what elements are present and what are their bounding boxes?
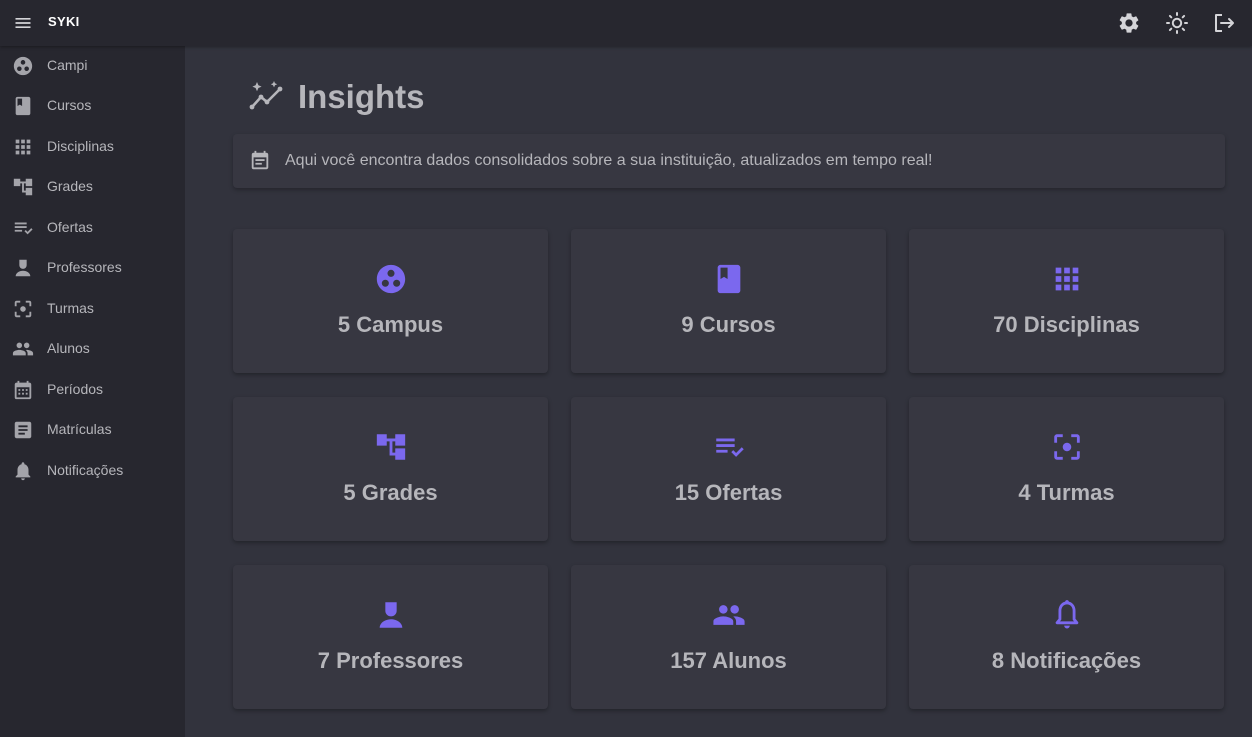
sidebar-item-label: Grades bbox=[47, 178, 93, 194]
app-brand: SYKI bbox=[48, 14, 80, 29]
grid-icon bbox=[1055, 267, 1078, 291]
sidebar-item-ofertas[interactable]: Ofertas bbox=[0, 208, 185, 248]
card-professores[interactable]: 7 Professores bbox=[233, 565, 548, 709]
gear-icon[interactable] bbox=[1117, 11, 1141, 35]
account-tree-icon bbox=[376, 434, 405, 460]
info-banner: Aqui você encontra dados consolidados so… bbox=[233, 134, 1225, 188]
menu-icon[interactable] bbox=[13, 13, 33, 33]
card-notificacoes[interactable]: 8 Notificações bbox=[909, 565, 1224, 709]
book-icon bbox=[15, 96, 31, 116]
sidebar-item-turmas[interactable]: Turmas bbox=[0, 289, 185, 329]
people-icon bbox=[12, 342, 34, 356]
card-label: 7 Professores bbox=[317, 648, 464, 673]
insights-icon bbox=[249, 81, 283, 110]
sidebar-item-label: Cursos bbox=[47, 97, 92, 113]
campus-icon bbox=[376, 264, 405, 294]
card-label: 157 Alunos bbox=[670, 648, 787, 673]
card-label: 4 Turmas bbox=[1018, 480, 1115, 505]
card-campus[interactable]: 5 Campus bbox=[233, 229, 548, 373]
people-icon bbox=[712, 605, 745, 625]
card-label: 15 Ofertas bbox=[674, 480, 783, 505]
sidebar-item-periodos[interactable]: Períodos bbox=[0, 370, 185, 410]
sidebar-item-label: Matrículas bbox=[47, 421, 112, 437]
center-focus-icon bbox=[1053, 434, 1080, 460]
sidebar-item-cursos[interactable]: Cursos bbox=[0, 86, 185, 126]
book-icon bbox=[717, 264, 740, 294]
card-alunos[interactable]: 157 Alunos bbox=[571, 565, 886, 709]
sidebar-item-alunos[interactable]: Alunos bbox=[0, 329, 185, 369]
sidebar-item-label: Ofertas bbox=[47, 219, 93, 235]
sidebar-item-label: Notificações bbox=[47, 462, 124, 478]
checklist-icon bbox=[14, 222, 33, 235]
article-icon bbox=[14, 421, 32, 439]
card-cursos[interactable]: 9 Cursos bbox=[571, 229, 886, 373]
sidebar-item-label: Turmas bbox=[47, 300, 94, 316]
event-note-icon bbox=[251, 150, 269, 170]
info-text: Aqui você encontra dados consolidados so… bbox=[285, 152, 933, 169]
calendar-icon bbox=[14, 380, 32, 400]
card-grades[interactable]: 5 Grades bbox=[233, 397, 548, 541]
page-title: Insights bbox=[298, 78, 425, 115]
grid-icon bbox=[15, 139, 31, 155]
sidebar-item-label: Alunos bbox=[47, 340, 90, 356]
sidebar-item-label: Professores bbox=[47, 259, 122, 275]
center-focus-icon bbox=[14, 300, 32, 318]
card-ofertas[interactable]: 15 Ofertas bbox=[571, 397, 886, 541]
person-icon bbox=[379, 602, 402, 628]
card-turmas[interactable]: 4 Turmas bbox=[909, 397, 1224, 541]
sidebar: Campi Cursos Disciplinas Grades Ofertas … bbox=[0, 46, 185, 737]
sidebar-item-campi[interactable]: Campi bbox=[0, 46, 185, 86]
checklist-icon bbox=[715, 438, 744, 457]
card-label: 70 Disciplinas bbox=[993, 312, 1140, 337]
sidebar-item-professores[interactable]: Professores bbox=[0, 248, 185, 288]
bell-icon bbox=[1055, 600, 1078, 629]
sidebar-item-label: Períodos bbox=[47, 381, 104, 397]
account-tree-icon bbox=[13, 178, 33, 196]
app-bar: SYKI bbox=[0, 0, 1252, 46]
sidebar-item-label: Disciplinas bbox=[47, 138, 114, 154]
campus-icon bbox=[13, 56, 33, 76]
sidebar-item-grades[interactable]: Grades bbox=[0, 167, 185, 207]
sidebar-item-notificacoes[interactable]: Notificações bbox=[0, 451, 185, 491]
card-label: 9 Cursos bbox=[681, 312, 776, 337]
card-label: 5 Grades bbox=[343, 480, 438, 505]
person-icon bbox=[15, 259, 31, 277]
sidebar-item-label: Campi bbox=[47, 57, 88, 73]
sidebar-item-matriculas[interactable]: Matrículas bbox=[0, 410, 185, 450]
sidebar-item-disciplinas[interactable]: Disciplinas bbox=[0, 127, 185, 167]
card-label: 8 Notificações bbox=[991, 648, 1142, 673]
card-disciplinas[interactable]: 70 Disciplinas bbox=[909, 229, 1224, 373]
logout-icon[interactable] bbox=[1212, 11, 1236, 35]
bell-icon bbox=[15, 462, 31, 481]
sun-icon[interactable] bbox=[1165, 11, 1189, 35]
card-label: 5 Campus bbox=[337, 312, 444, 337]
